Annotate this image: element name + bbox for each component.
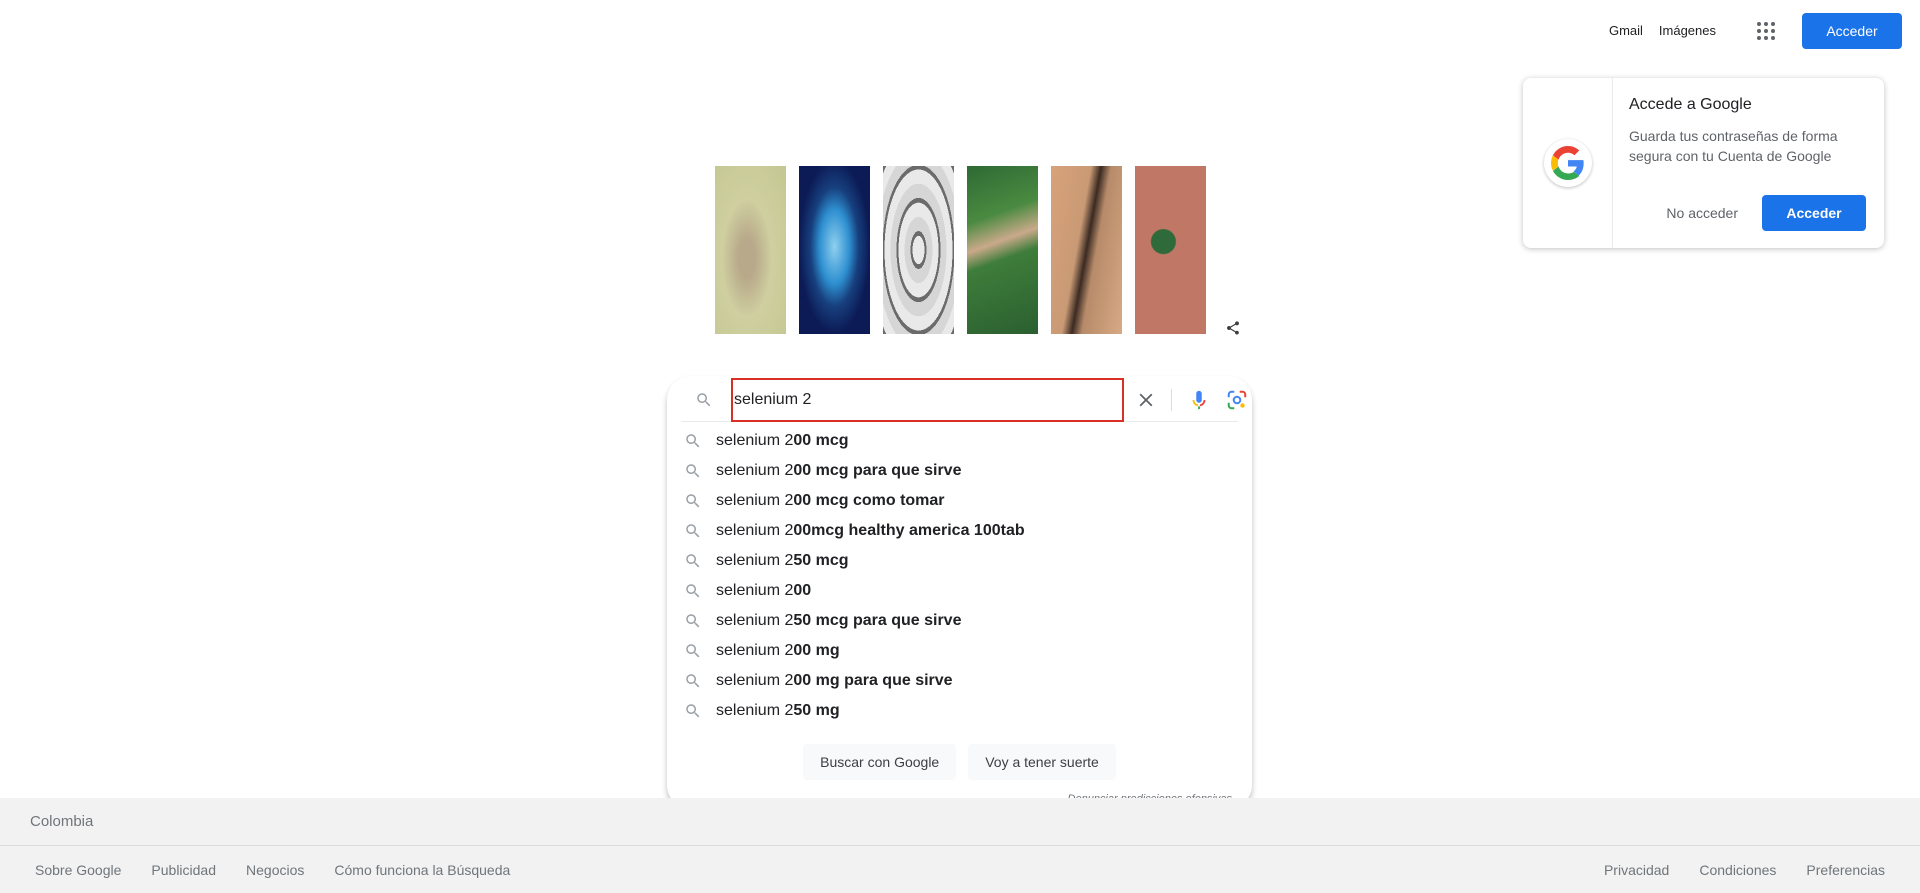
footer-link-about[interactable]: Sobre Google xyxy=(20,862,136,878)
footer-link-how-search-works[interactable]: Cómo funciona la Búsqueda xyxy=(319,862,525,878)
search-bar xyxy=(681,376,1247,422)
clear-icon[interactable] xyxy=(1132,386,1160,414)
search-icon xyxy=(684,672,702,690)
feeling-lucky-button[interactable]: Voy a tener suerte xyxy=(968,744,1116,780)
search-icon xyxy=(684,582,702,600)
top-bar: Gmail Imágenes Acceder xyxy=(1601,12,1902,49)
search-icon xyxy=(684,702,702,720)
doodle[interactable] xyxy=(715,166,1206,334)
camera-lens-icon[interactable] xyxy=(1223,386,1251,414)
doodle-tile-3 xyxy=(883,166,954,334)
search-icon xyxy=(684,522,702,540)
search-panel: selenium 200 mcg selenium 200 mcg para q… xyxy=(667,376,1252,809)
doodle-tile-6 xyxy=(1135,166,1206,334)
doodle-tile-5 xyxy=(1051,166,1122,334)
images-link[interactable]: Imágenes xyxy=(1651,23,1724,38)
apps-grid-icon[interactable] xyxy=(1746,11,1786,51)
suggestion-item[interactable]: selenium 250 mcg para que sirve xyxy=(667,606,1252,636)
suggestion-item[interactable]: selenium 250 mg xyxy=(667,696,1252,726)
footer-country: Colombia xyxy=(0,798,1920,846)
google-home-page: Gmail Imágenes Acceder Accede a Google G… xyxy=(0,0,1920,893)
doodle-tile-4 xyxy=(967,166,1038,334)
footer-link-privacy[interactable]: Privacidad xyxy=(1589,862,1684,878)
suggestion-item[interactable]: selenium 200mcg healthy america 100tab xyxy=(667,516,1252,546)
doodle-tile-1 xyxy=(715,166,786,334)
footer-link-settings[interactable]: Preferencias xyxy=(1791,862,1900,878)
search-bar-divider xyxy=(1171,389,1172,411)
footer-link-terms[interactable]: Condiciones xyxy=(1684,862,1791,878)
suggestion-item[interactable]: selenium 200 mg xyxy=(667,636,1252,666)
microphone-icon[interactable] xyxy=(1185,386,1213,414)
signin-promo-card: Accede a Google Guarda tus contraseñas d… xyxy=(1523,78,1884,248)
search-icon xyxy=(684,492,702,510)
promo-title: Accede a Google xyxy=(1629,96,1752,113)
footer-link-business[interactable]: Negocios xyxy=(231,862,319,878)
promo-decline-button[interactable]: No acceder xyxy=(1652,197,1752,229)
search-icon xyxy=(684,642,702,660)
promo-text: Guarda tus contraseñas de forma segura c… xyxy=(1629,128,1838,164)
suggestion-item[interactable]: selenium 250 mcg xyxy=(667,546,1252,576)
search-input[interactable] xyxy=(731,378,1124,422)
suggestion-item[interactable]: selenium 200 mcg para que sirve xyxy=(667,456,1252,486)
suggestion-item[interactable]: selenium 200 xyxy=(667,576,1252,606)
suggestion-item[interactable]: selenium 200 mcg como tomar xyxy=(667,486,1252,516)
suggestion-item[interactable]: selenium 200 mcg xyxy=(667,426,1252,456)
suggestion-item[interactable]: selenium 200 mg para que sirve xyxy=(667,666,1252,696)
search-icon xyxy=(684,432,702,450)
signin-button[interactable]: Acceder xyxy=(1802,12,1902,49)
search-icon xyxy=(695,391,713,414)
gmail-link[interactable]: Gmail xyxy=(1601,23,1651,38)
footer-link-advertising[interactable]: Publicidad xyxy=(136,862,231,878)
google-search-button[interactable]: Buscar con Google xyxy=(803,744,957,780)
doodle-tile-2 xyxy=(799,166,870,334)
google-logo-icon xyxy=(1543,139,1592,187)
share-icon[interactable] xyxy=(1219,314,1247,342)
suggestions-list: selenium 200 mcg selenium 200 mcg para q… xyxy=(667,422,1252,726)
search-icon xyxy=(684,612,702,630)
footer: Colombia Sobre Google Publicidad Negocio… xyxy=(0,798,1920,893)
search-icon xyxy=(684,462,702,480)
footer-left-links: Sobre Google Publicidad Negocios Cómo fu… xyxy=(20,862,525,878)
footer-right-links: Privacidad Condiciones Preferencias xyxy=(1589,862,1900,878)
promo-signin-button[interactable]: Acceder xyxy=(1762,195,1866,231)
search-icon xyxy=(684,552,702,570)
